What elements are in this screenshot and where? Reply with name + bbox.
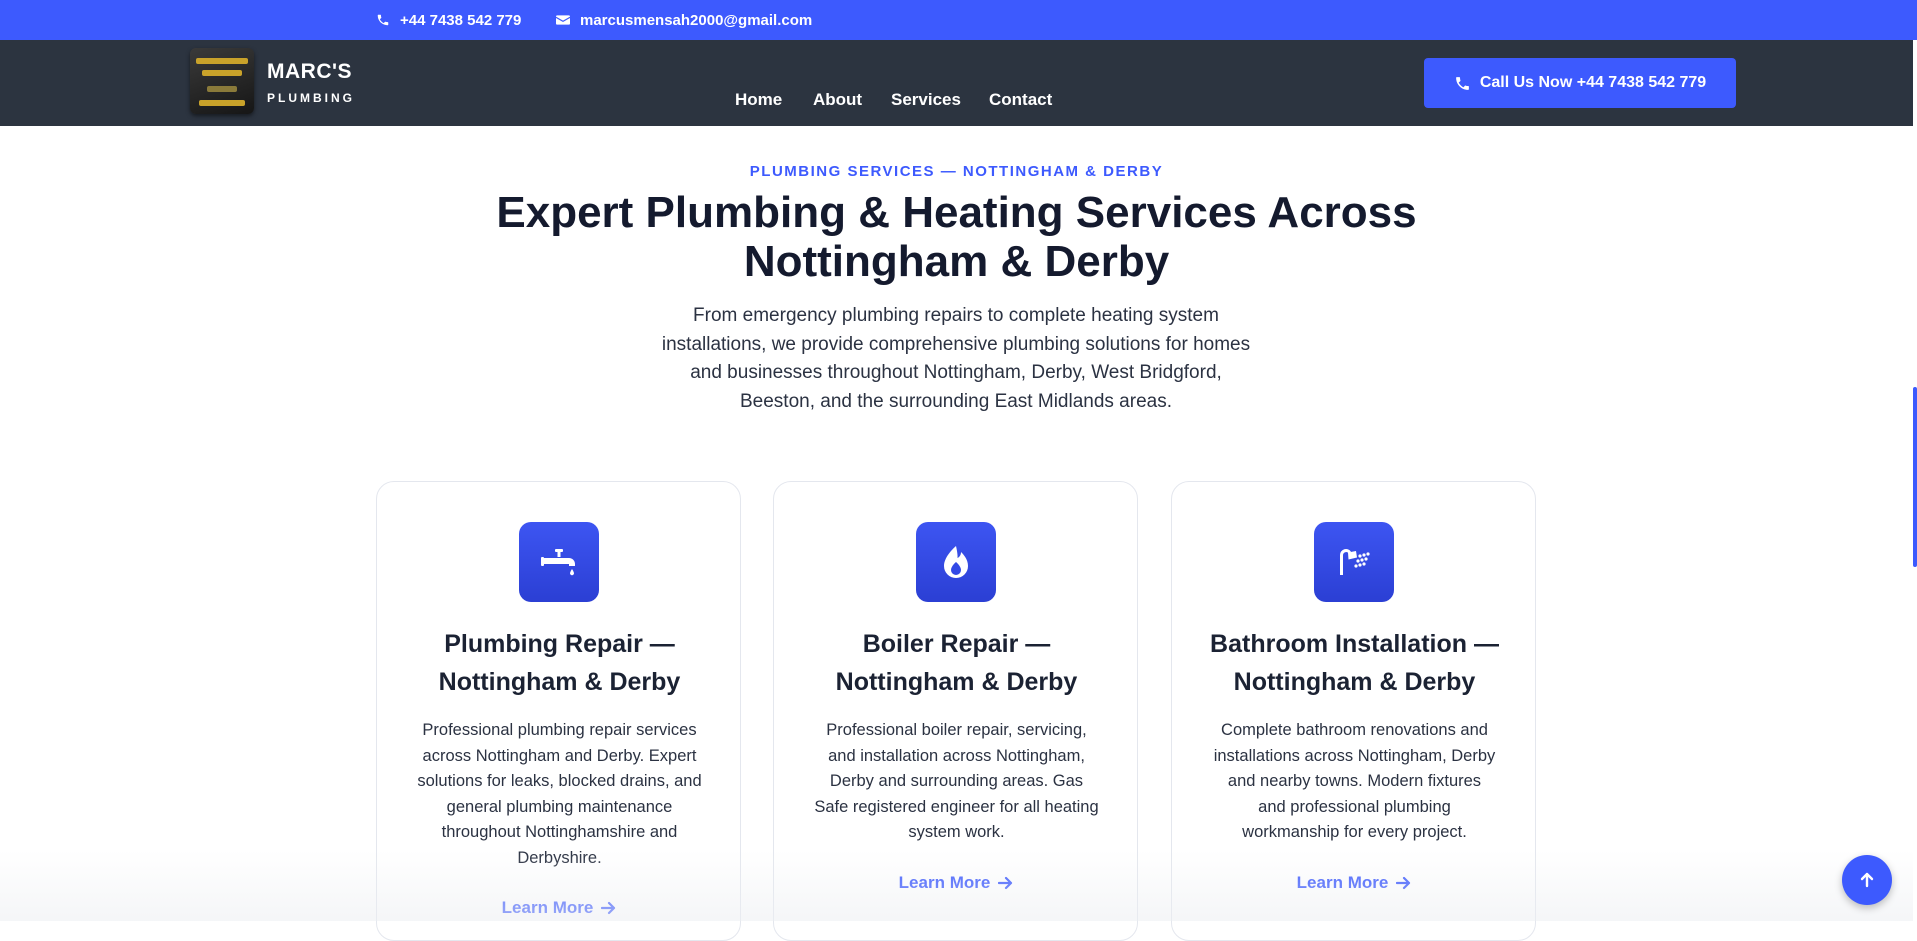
- call-now-label: Call Us Now +44 7438 542 779: [1479, 74, 1707, 91]
- service-title: Bathroom Installation — Nottingham & Der…: [1210, 630, 1499, 696]
- learn-more-label: Learn More: [501, 898, 594, 917]
- nav-contact[interactable]: Contact: [989, 90, 1052, 110]
- nav-services[interactable]: Services: [891, 90, 961, 110]
- brand-subtitle: PLUMBING: [267, 91, 355, 105]
- arrow-right-icon: [998, 876, 1013, 890]
- service-title: Boiler Repair — Nottingham & Derby: [835, 630, 1078, 696]
- topbar-phone-text: +44 7438 542 779: [400, 11, 522, 29]
- service-icon-box: [519, 522, 599, 602]
- learn-more-link[interactable]: Learn More: [377, 898, 742, 918]
- phone-icon: [377, 14, 389, 26]
- learn-more-link[interactable]: Learn More: [1172, 873, 1537, 893]
- back-to-top-button[interactable]: [1842, 855, 1892, 905]
- service-icon-box: [916, 522, 996, 602]
- service-card-plumbing: Plumbing Repair — Nottingham & Derby Pro…: [376, 481, 741, 941]
- learn-more-link[interactable]: Learn More: [774, 873, 1139, 893]
- service-card-boiler: Boiler Repair — Nottingham & Derby Profe…: [773, 481, 1138, 941]
- page-title: Expert Plumbing & Heating Services Acros…: [496, 188, 1417, 286]
- arrow-up-icon: [1860, 872, 1874, 888]
- service-title: Plumbing Repair — Nottingham & Derby: [438, 630, 681, 696]
- learn-more-label: Learn More: [898, 873, 991, 892]
- learn-more-label: Learn More: [1296, 873, 1389, 892]
- shower-icon: [1340, 549, 1370, 575]
- envelope-icon: [556, 15, 570, 25]
- page-scrollbar-thumb[interactable]: [1913, 387, 1917, 567]
- topbar-email[interactable]: marcusmensah2000@gmail.com: [556, 0, 812, 40]
- arrow-right-icon: [1396, 876, 1411, 890]
- fire-icon: [944, 546, 968, 578]
- topbar-phone[interactable]: +44 7438 542 779: [376, 0, 521, 40]
- brand-name[interactable]: MARC'S: [267, 60, 352, 84]
- service-icon-box: [1314, 522, 1394, 602]
- topbar-email-text: marcusmensah2000@gmail.com: [580, 11, 813, 29]
- service-description: Professional boiler repair, servicing, a…: [814, 721, 1099, 842]
- section-intro: From emergency plumbing repairs to compl…: [661, 305, 1251, 412]
- service-card-bathroom: Bathroom Installation — Nottingham & Der…: [1171, 481, 1536, 941]
- phone-icon: [1455, 76, 1469, 90]
- main-navbar: MARC'S PLUMBING Home About Services Cont…: [0, 40, 1913, 126]
- brand-logo-image[interactable]: [190, 48, 254, 114]
- service-description: Complete bathroom renovations and instal…: [1213, 721, 1496, 842]
- nav-home[interactable]: Home: [735, 90, 782, 110]
- arrow-right-icon: [601, 901, 616, 915]
- service-description: Professional plumbing repair services ac…: [417, 721, 702, 867]
- faucet-icon: [541, 549, 575, 576]
- section-eyebrow: PLUMBING SERVICES — NOTTINGHAM & DERBY: [749, 163, 1164, 180]
- top-contact-bar: +44 7438 542 779 marcusmensah2000@gmail.…: [0, 0, 1917, 40]
- nav-about[interactable]: About: [813, 90, 862, 110]
- call-now-button[interactable]: Call Us Now +44 7438 542 779: [1424, 58, 1736, 108]
